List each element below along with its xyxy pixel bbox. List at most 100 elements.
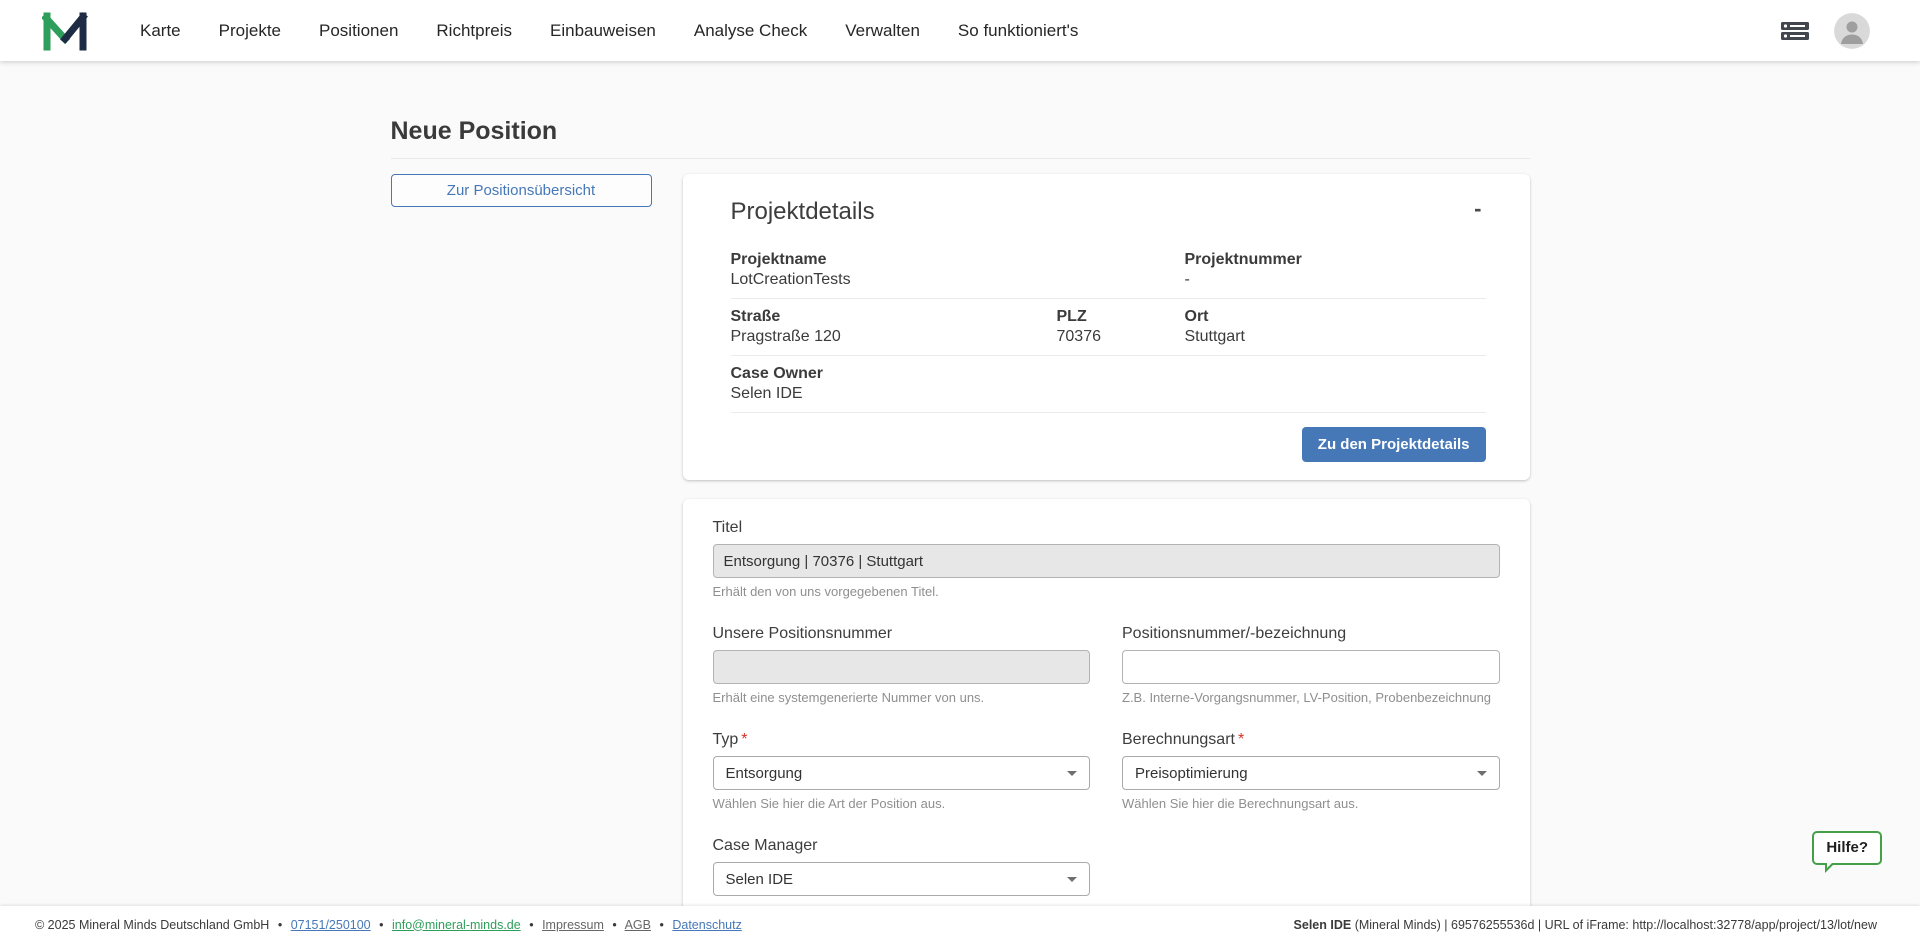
phone-link[interactable]: 07151/250100: [291, 918, 371, 932]
table-row: Projektname LotCreationTests Projektnumm…: [731, 242, 1486, 298]
form-grid: Unsere Positionsnummer Erhält eine syste…: [713, 625, 1500, 896]
unsere-positionsnummer-label: Unsere Positionsnummer: [713, 625, 1091, 643]
chevron-down-icon: [1067, 877, 1077, 882]
back-to-positions-button[interactable]: Zur Positionsübersicht: [391, 174, 652, 207]
titel-input: [713, 544, 1500, 578]
footer-session-info: Selen IDE (Mineral Minds) | 69576255536d…: [1294, 918, 1877, 932]
nav-item-richtpreis[interactable]: Richtpreis: [436, 21, 512, 41]
case-owner-cell: Case Owner Selen IDE: [731, 365, 1057, 403]
header-right: [1780, 13, 1870, 49]
positionsbezeichnung-label: Positionsnummer/-bezeichnung: [1122, 625, 1500, 643]
projektnummer-label: Projektnummer: [1185, 251, 1486, 269]
agb-link[interactable]: AGB: [625, 918, 651, 932]
projektname-cell: Projektname LotCreationTests: [731, 251, 1185, 289]
projektname-value: LotCreationTests: [731, 271, 1185, 289]
case-owner-value: Selen IDE: [731, 385, 1057, 403]
separator: •: [659, 918, 663, 932]
required-asterisk: *: [1238, 731, 1244, 748]
user-avatar-icon[interactable]: [1834, 13, 1870, 49]
ort-cell: Ort Stuttgart: [1185, 308, 1486, 346]
unsere-positionsnummer-hint: Erhält eine systemgenerierte Nummer von …: [713, 690, 1091, 705]
two-column-layout: Zur Positionsübersicht Projektdetails - …: [391, 174, 1530, 932]
app-header: Karte Projekte Positionen Richtpreis Ein…: [0, 0, 1920, 61]
page-content: Neue Position Zur Positionsübersicht Pro…: [391, 61, 1530, 932]
strasse-label: Straße: [731, 308, 1057, 326]
page-title: Neue Position: [391, 117, 1530, 146]
nav-item-verwalten[interactable]: Verwalten: [845, 21, 920, 41]
project-details-button[interactable]: Zu den Projektdetails: [1302, 427, 1486, 462]
projektnummer-value: -: [1185, 271, 1486, 289]
positionsbezeichnung-hint: Z.B. Interne-Vorgangsnummer, LV-Position…: [1122, 690, 1500, 705]
case-manager-select-value: Selen IDE: [726, 871, 794, 888]
copyright-text: © 2025 Mineral Minds Deutschland GmbH: [35, 918, 269, 932]
plz-cell: PLZ 70376: [1057, 308, 1185, 346]
separator: •: [379, 918, 383, 932]
nav-item-einbauweisen[interactable]: Einbauweisen: [550, 21, 656, 41]
ort-value: Stuttgart: [1185, 328, 1486, 346]
footer-left: © 2025 Mineral Minds Deutschland GmbH • …: [35, 918, 742, 932]
plz-value: 70376: [1057, 328, 1185, 346]
footer-session-text: (Mineral Minds) | 69576255536d | URL of …: [1351, 918, 1877, 932]
separator: •: [612, 918, 616, 932]
footer-user-name: Selen IDE: [1294, 918, 1352, 932]
server-icon[interactable]: [1780, 20, 1810, 42]
main-nav: Karte Projekte Positionen Richtpreis Ein…: [140, 21, 1078, 41]
project-card-actions: Zu den Projektdetails: [731, 427, 1486, 462]
berechnungsart-label-text: Berechnungsart: [1122, 731, 1235, 748]
datenschutz-link[interactable]: Datenschutz: [672, 918, 741, 932]
projektnummer-cell: Projektnummer -: [1185, 251, 1486, 289]
impressum-link[interactable]: Impressum: [542, 918, 604, 932]
typ-label-text: Typ: [713, 731, 739, 748]
positionsbezeichnung-input[interactable]: [1122, 650, 1500, 684]
strasse-cell: Straße Pragstraße 120: [731, 308, 1057, 346]
projektname-label: Projektname: [731, 251, 1185, 269]
typ-select[interactable]: Entsorgung: [713, 756, 1091, 790]
unsere-positionsnummer-input: [713, 650, 1091, 684]
strasse-value: Pragstraße 120: [731, 328, 1057, 346]
case-manager-field: Case Manager Selen IDE: [713, 837, 1091, 896]
berechnungsart-hint: Wählen Sie hier die Berechnungsart aus.: [1122, 796, 1500, 811]
typ-field: Typ* Entsorgung Wählen Sie hier die Art …: [713, 731, 1091, 811]
table-row: Straße Pragstraße 120 PLZ 70376 Ort Stut…: [731, 298, 1486, 355]
nav-item-so-funktionierts[interactable]: So funktioniert's: [958, 21, 1078, 41]
nav-item-positionen[interactable]: Positionen: [319, 21, 398, 41]
titel-field: Titel Erhält den von uns vorgegebenen Ti…: [713, 519, 1500, 599]
main-area: Neue Position Zur Positionsübersicht Pro…: [0, 61, 1920, 932]
collapse-card-button[interactable]: -: [1470, 198, 1485, 220]
berechnungsart-field: Berechnungsart* Preisoptimierung Wählen …: [1122, 731, 1500, 811]
typ-hint: Wählen Sie hier die Art der Position aus…: [713, 796, 1091, 811]
unsere-positionsnummer-field: Unsere Positionsnummer Erhält eine syste…: [713, 625, 1091, 705]
help-button[interactable]: Hilfe?: [1812, 831, 1882, 865]
project-details-card: Projektdetails - Projektname LotCreation…: [683, 174, 1530, 480]
email-link[interactable]: info@mineral-minds.de: [392, 918, 521, 932]
project-card-title: Projektdetails: [731, 198, 875, 226]
chevron-down-icon: [1067, 771, 1077, 776]
nav-item-analyse-check[interactable]: Analyse Check: [694, 21, 807, 41]
project-details-table: Projektname LotCreationTests Projektnumm…: [731, 242, 1486, 413]
app-footer: © 2025 Mineral Minds Deutschland GmbH • …: [0, 906, 1920, 943]
required-asterisk: *: [741, 731, 747, 748]
plz-label: PLZ: [1057, 308, 1185, 326]
typ-label: Typ*: [713, 731, 1091, 749]
titel-label: Titel: [713, 519, 1500, 537]
page-head: Neue Position: [391, 117, 1530, 159]
typ-select-value: Entsorgung: [726, 765, 803, 782]
case-owner-label: Case Owner: [731, 365, 1057, 383]
project-card-head: Projektdetails -: [731, 198, 1486, 226]
mineral-minds-logo-icon: [42, 11, 88, 51]
berechnungsart-select-value: Preisoptimierung: [1135, 765, 1248, 782]
table-row: Case Owner Selen IDE: [731, 355, 1486, 413]
chevron-down-icon: [1477, 771, 1487, 776]
nav-item-projekte[interactable]: Projekte: [219, 21, 281, 41]
app-logo[interactable]: [42, 11, 88, 51]
positionsbezeichnung-field: Positionsnummer/-bezeichnung Z.B. Intern…: [1122, 625, 1500, 705]
left-column: Zur Positionsübersicht: [391, 174, 652, 207]
case-manager-select[interactable]: Selen IDE: [713, 862, 1091, 896]
right-column: Projektdetails - Projektname LotCreation…: [683, 174, 1530, 932]
berechnungsart-select[interactable]: Preisoptimierung: [1122, 756, 1500, 790]
separator: •: [529, 918, 533, 932]
berechnungsart-label: Berechnungsart*: [1122, 731, 1500, 749]
case-manager-label: Case Manager: [713, 837, 1091, 855]
nav-item-karte[interactable]: Karte: [140, 21, 181, 41]
titel-hint: Erhält den von uns vorgegebenen Titel.: [713, 584, 1500, 599]
